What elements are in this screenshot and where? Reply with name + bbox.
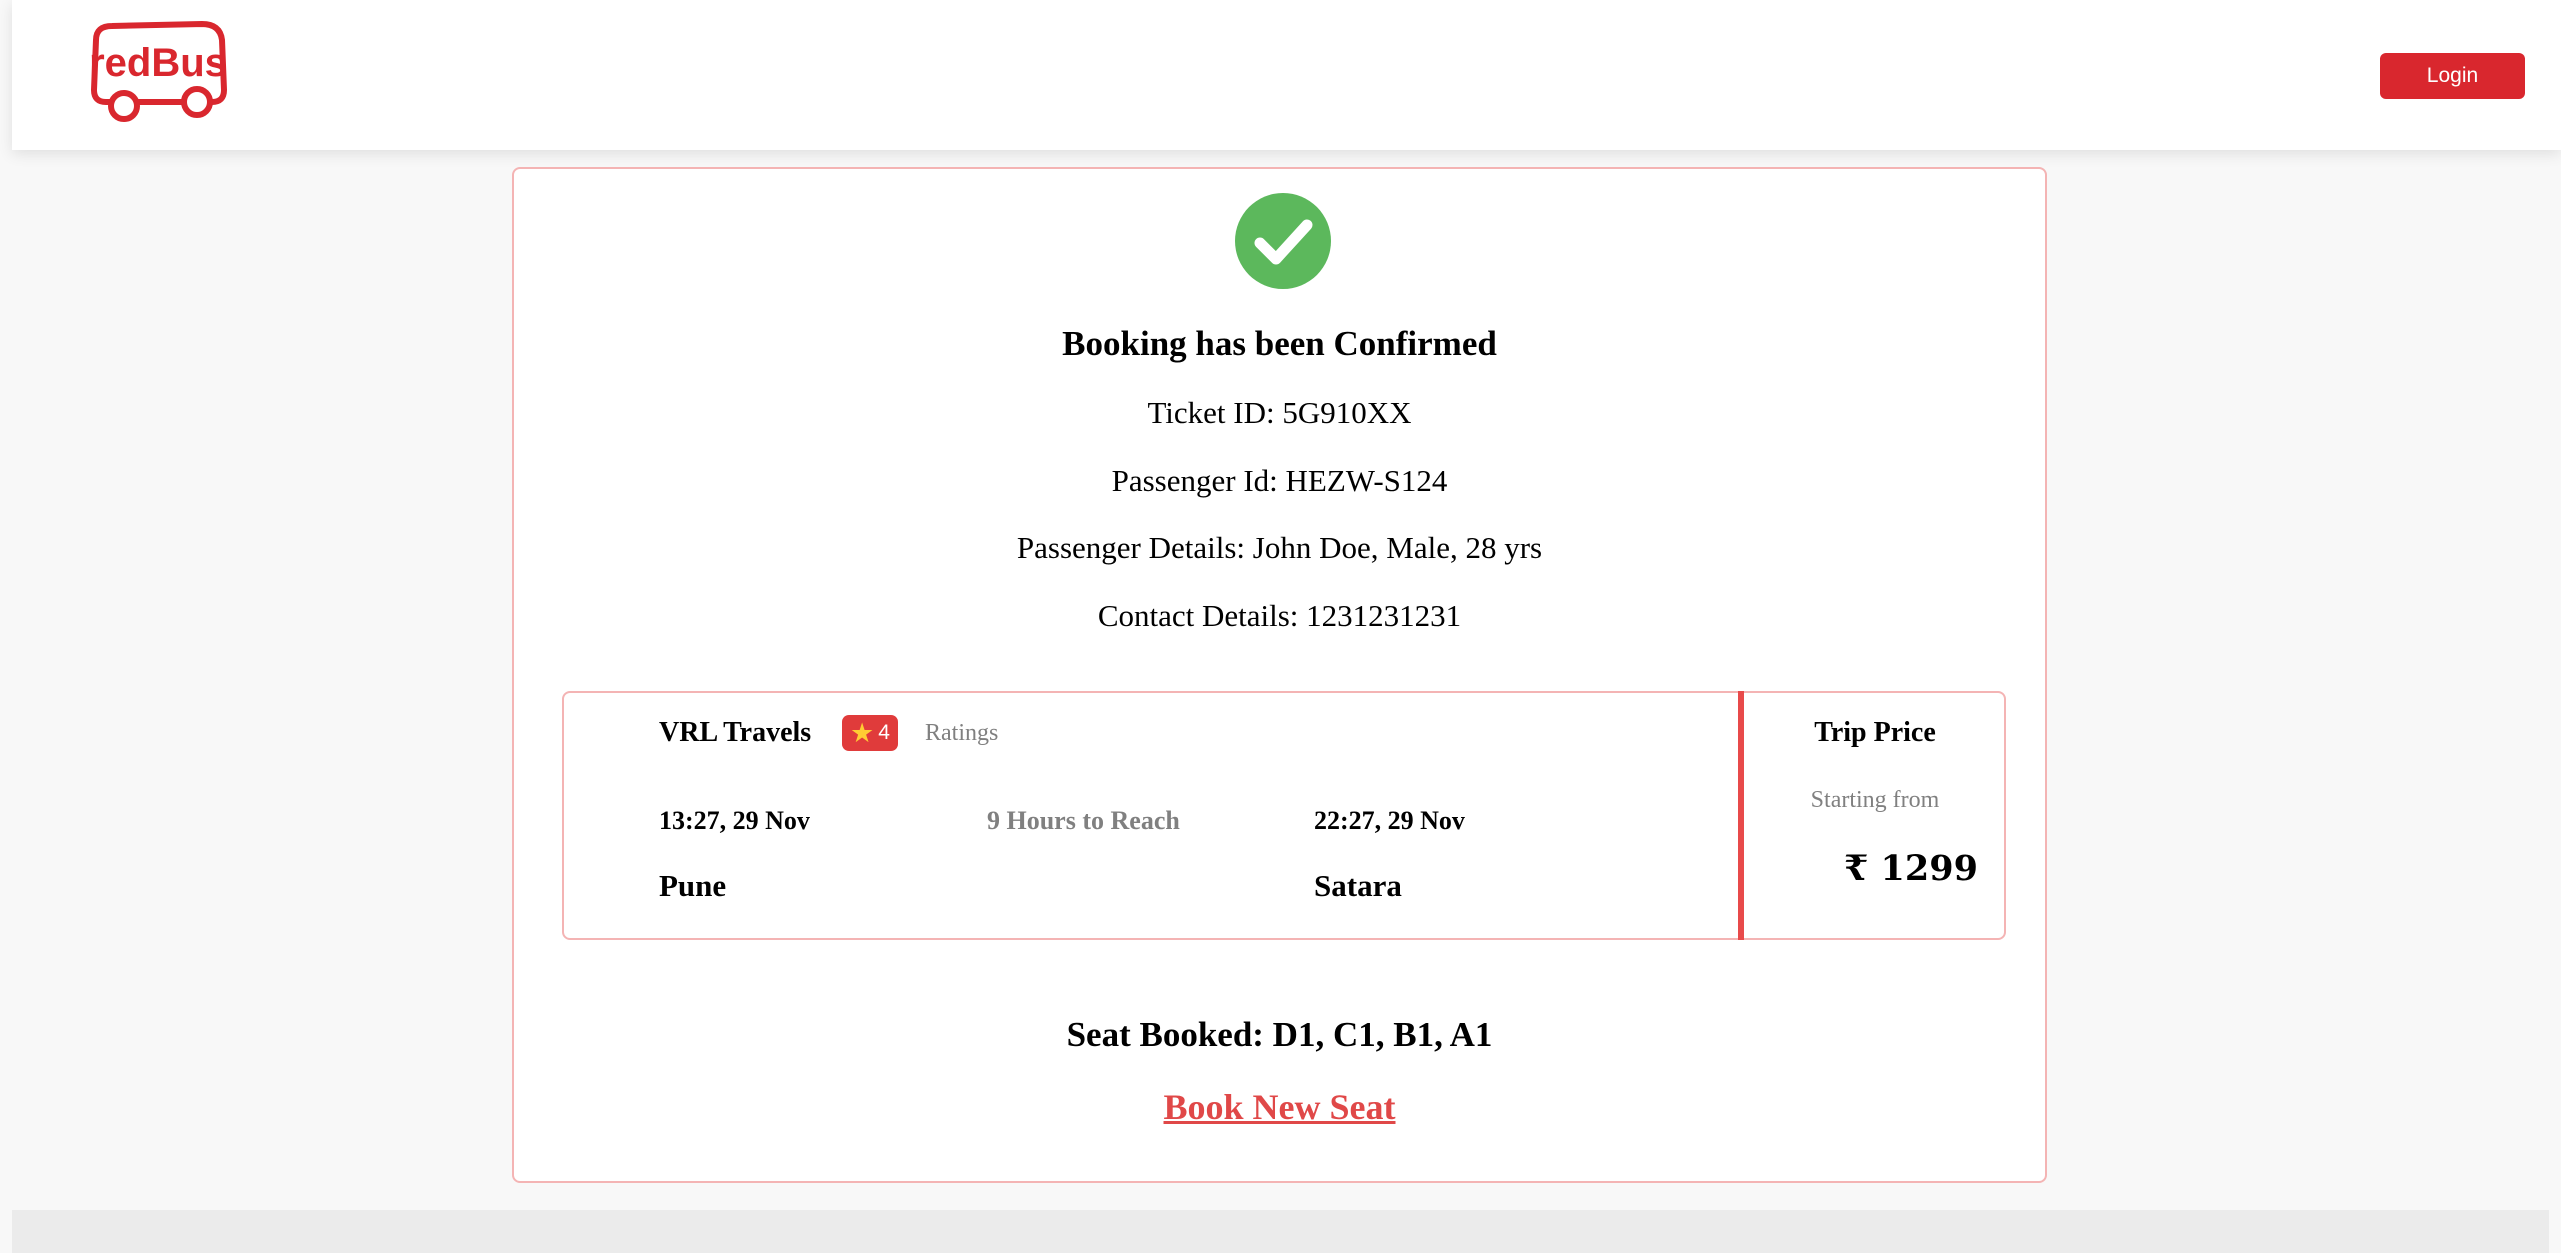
contact-details: Contact Details: 1231231231 — [1097, 598, 1462, 633]
passenger-details: Passenger Details: John Doe, Male, 28 yr… — [1016, 530, 1543, 565]
bus-logo-icon: redBus — [89, 21, 227, 122]
booking-confirmation-card: Booking has been Confirmed Ticket ID: 5G… — [512, 167, 2047, 1183]
svg-text:redBus: redBus — [89, 41, 227, 85]
redbus-logo[interactable]: redBus — [82, 20, 242, 122]
trip-duration: 9 Hours to Reach — [987, 806, 1180, 835]
check-circle-icon — [1233, 191, 1333, 291]
login-button[interactable]: Login — [2380, 53, 2525, 99]
trip-price: ₹ 1299 — [1844, 848, 1978, 889]
trip-details: VRL Travels ★ 4 Ratings 13:27, 29 Nov 9 … — [564, 693, 1741, 938]
trip-summary: VRL Travels ★ 4 Ratings 13:27, 29 Nov 9 … — [562, 691, 2006, 940]
destination-city: Satara — [1314, 868, 1402, 903]
source-city: Pune — [659, 868, 727, 903]
footer-bar — [12, 1210, 2549, 1253]
trip-price-title: Trip Price — [1814, 717, 1936, 748]
star-icon: ★ — [850, 718, 875, 748]
starting-from-label: Starting from — [1810, 787, 1940, 813]
seats-booked: Seat Booked: D1, C1, B1, A1 — [1066, 1015, 1493, 1054]
passenger-id: Passenger Id: HEZW-S124 — [1111, 463, 1448, 498]
departure-time: 13:27, 29 Nov — [659, 806, 810, 835]
top-navbar: redBus Login — [12, 0, 2561, 150]
operator-name: VRL Travels — [659, 717, 812, 748]
rating-value: 4 — [878, 721, 890, 744]
trip-price-panel: Trip Price Starting from ₹ 1299 — [1744, 693, 2006, 938]
confirmation-title: Booking has been Confirmed — [1062, 324, 1497, 363]
ratings-label: Ratings — [925, 720, 999, 746]
rating-badge: ★ 4 — [842, 715, 898, 751]
book-new-seat-link[interactable]: Book New Seat — [514, 1086, 2045, 1128]
arrival-time: 22:27, 29 Nov — [1314, 806, 1465, 835]
ticket-id: Ticket ID: 5G910XX — [1147, 395, 1412, 430]
